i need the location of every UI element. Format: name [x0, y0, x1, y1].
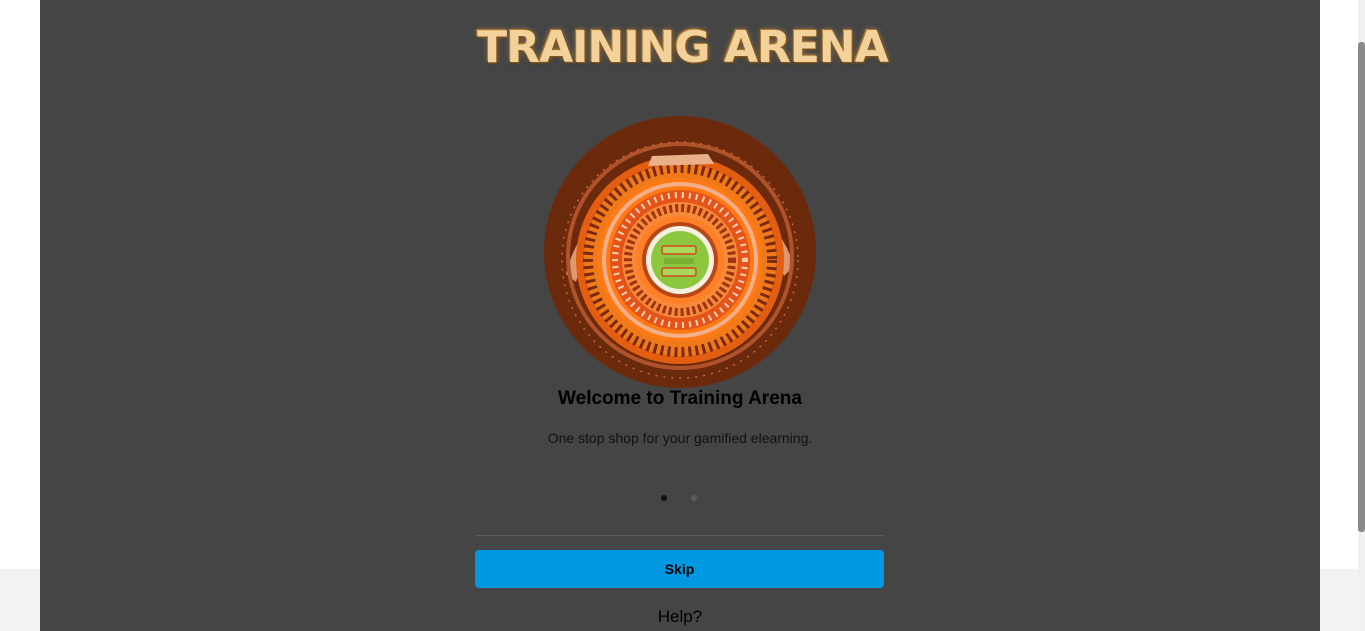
divider	[475, 535, 884, 536]
skip-button[interactable]: Skip	[475, 550, 884, 588]
welcome-subtitle: One stop shop for your gamified elearnin…	[547, 430, 813, 446]
carousel-pagination	[660, 495, 700, 503]
welcome-title: Welcome to Training Arena	[558, 388, 802, 409]
help-link[interactable]: Help?	[0, 607, 1360, 627]
carousel-dot-2[interactable]	[691, 495, 697, 501]
training-arena-logo: TRAINING ARENA	[477, 22, 889, 73]
scrollbar-thumb[interactable]	[1358, 42, 1365, 532]
arena-graphic	[544, 116, 816, 388]
carousel-dot-1[interactable]	[661, 495, 667, 501]
scrollbar-track[interactable]	[1358, 0, 1365, 631]
arena-illustration	[544, 116, 816, 388]
